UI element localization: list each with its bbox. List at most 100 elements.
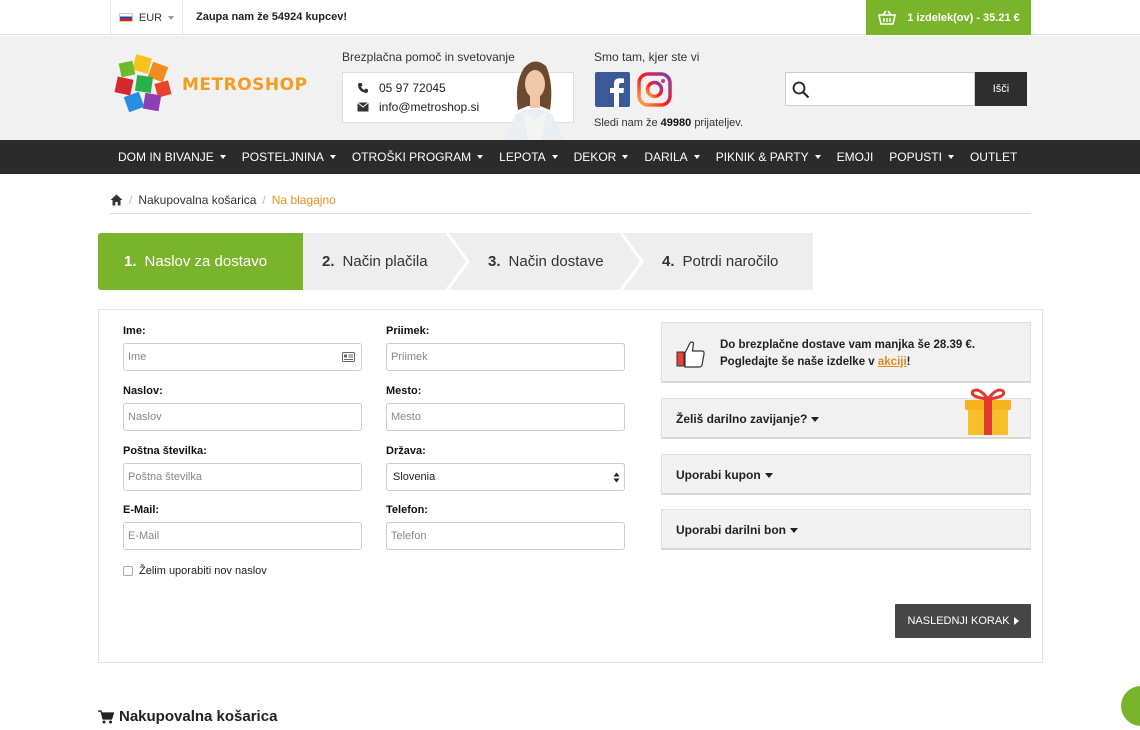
nav-item-darila[interactable]: DARILA [636, 140, 707, 174]
breadcrumb-cart-link[interactable]: Nakupovalna košarica [138, 193, 256, 213]
address-placeholder: Naslov [128, 411, 162, 423]
last-name-field[interactable]: Priimek [386, 343, 625, 371]
chevron-down-icon [947, 155, 954, 159]
step-number: 3. [488, 253, 501, 270]
site-logo[interactable]: METROSHOP [114, 54, 308, 116]
instagram-icon[interactable] [637, 72, 672, 107]
nav-item-dekor[interactable]: DEKOR [566, 140, 637, 174]
step-delivery-method[interactable]: 3. Način dostave [488, 233, 604, 290]
chevron-down-icon [790, 527, 798, 533]
coupon-panel[interactable]: Uporabi kupon [661, 454, 1031, 495]
nav-item-label: OTROŠKI PROGRAM [351, 150, 472, 164]
nav-item-popusti[interactable]: POPUSTI [881, 140, 962, 174]
last-name-placeholder: Priimek [391, 351, 428, 363]
new-address-label: Želim uporabiti nov naslov [139, 565, 267, 577]
postal-code-field[interactable]: Poštna številka [123, 463, 362, 491]
gift-wrap-panel[interactable]: Želiš darilno zavijanje? [661, 388, 1031, 439]
nav-item-label: EMOJI [836, 150, 874, 164]
social-title: Smo tam, kjer ste vi [594, 50, 700, 64]
chat-widget-button[interactable] [1121, 686, 1140, 726]
follow-count: 49980 [660, 117, 692, 129]
chevron-down-icon [219, 155, 226, 159]
facebook-icon[interactable] [595, 72, 630, 107]
shopping-cart-icon [98, 709, 114, 723]
currency-selector[interactable]: EUR [110, 0, 183, 35]
nav-item-label: DEKOR [573, 150, 617, 164]
support-agent-photo [504, 61, 564, 140]
select-arrows-icon [613, 472, 620, 483]
breadcrumb-separator: / [129, 193, 133, 207]
next-step-button[interactable]: NASLEDNJI KORAK [895, 604, 1031, 638]
thumbs-up-icon [676, 341, 705, 368]
step-label: Način plačila [342, 253, 428, 270]
cart-button[interactable]: 1 izdelek(ov) - 35.21 € [866, 0, 1031, 35]
step-number: 2. [322, 253, 335, 270]
step-divider [620, 233, 644, 290]
gift-card-title: Uporabi darilni bon [676, 523, 798, 537]
email-line[interactable]: info@metroshop.si [357, 100, 479, 114]
email-field[interactable]: E-Mail [123, 522, 362, 550]
nav-item-label: OUTLET [969, 150, 1018, 164]
chevron-down-icon [477, 155, 484, 159]
step-shipping-address[interactable]: 1. Naslov za dostavo [124, 233, 267, 290]
logo-cubes-icon [114, 54, 172, 113]
chevron-down-icon [811, 416, 820, 422]
promotions-link[interactable]: akciji [878, 356, 907, 368]
email-label: E-Mail: [123, 504, 160, 516]
nav-item-label: POSTELJNINA [241, 150, 324, 164]
email-placeholder: E-Mail [128, 530, 160, 542]
nav-item-outlet[interactable]: OUTLET [962, 140, 1025, 174]
new-address-checkbox[interactable] [123, 566, 133, 576]
step-number: 4. [662, 253, 675, 270]
chevron-down-icon [329, 155, 336, 159]
site-header: METROSHOP Brezplačna pomoč in svetovanje… [0, 36, 1140, 140]
first-name-field[interactable]: Ime [123, 343, 362, 371]
logo-text: METROSHOP [182, 75, 308, 95]
nav-item-otroski-program[interactable]: OTROŠKI PROGRAM [344, 140, 491, 174]
breadcrumb: / Nakupovalna košarica / Na blagajno [110, 193, 1031, 214]
address-field[interactable]: Naslov [123, 403, 362, 431]
home-icon[interactable] [110, 194, 123, 206]
country-select[interactable]: Slovenia [386, 463, 625, 491]
search-input[interactable] [785, 72, 975, 106]
phone-field[interactable]: Telefon [386, 522, 625, 550]
search-button[interactable]: Išči [975, 72, 1027, 106]
breadcrumb-separator: / [262, 193, 266, 207]
city-field[interactable]: Mesto [386, 403, 625, 431]
follow-text: Sledi nam že 49980 prijateljev. [594, 117, 743, 129]
phone-line[interactable]: 05 97 72045 [357, 81, 446, 95]
gift-card-label: Uporabi darilni bon [676, 523, 786, 537]
chevron-down-icon [551, 155, 558, 159]
step-active-arrow [281, 233, 303, 289]
new-address-option[interactable]: Želim uporabiti nov naslov [123, 565, 267, 577]
nav-item-lepota[interactable]: LEPOTA [491, 140, 565, 174]
follow-suffix: prijateljev. [694, 117, 744, 129]
nav-item-posteljnina[interactable]: POSTELJNINA [234, 140, 344, 174]
city-label: Mesto: [386, 385, 422, 397]
country-value: Slovenia [393, 471, 436, 483]
step-label: Naslov za dostavo [144, 253, 268, 270]
gift-icon [965, 388, 1011, 435]
gift-wrap-label: Želiš darilno zavijanje? [676, 412, 808, 426]
email-address: info@metroshop.si [379, 100, 480, 114]
phone-label: Telefon: [386, 504, 428, 516]
chevron-down-icon [814, 155, 821, 159]
phone-number: 05 97 72045 [379, 81, 446, 95]
nav-item-emoji[interactable]: EMOJI [829, 140, 882, 174]
postal-code-placeholder: Poštna številka [128, 471, 202, 483]
cart-summary: 1 izdelek(ov) - 35.21 € [907, 11, 1020, 24]
phone-placeholder: Telefon [391, 530, 427, 542]
city-placeholder: Mesto [391, 411, 421, 423]
phone-icon [358, 83, 368, 93]
step-confirm-order[interactable]: 4. Potrdi naročilo [662, 233, 778, 290]
nav-item-dom-in-bivanje[interactable]: DOM IN BIVANJE [110, 140, 234, 174]
checkout-steps: 1. Naslov za dostavo 2. Način plačila 3.… [98, 233, 813, 290]
nav-item-label: POPUSTI [889, 150, 942, 164]
gift-card-panel[interactable]: Uporabi darilni bon [661, 509, 1031, 550]
free-shipping-text: Do brezplačne dostave vam manjka še 28.3… [720, 337, 1025, 371]
nav-item-piknik-party[interactable]: PIKNIK & PARTY [708, 140, 829, 174]
step-payment-method[interactable]: 2. Način plačila [322, 233, 428, 290]
nav-item-label: DOM IN BIVANJE [118, 150, 214, 164]
caret-right-icon [1013, 617, 1019, 625]
last-name-label: Priimek: [386, 325, 430, 337]
